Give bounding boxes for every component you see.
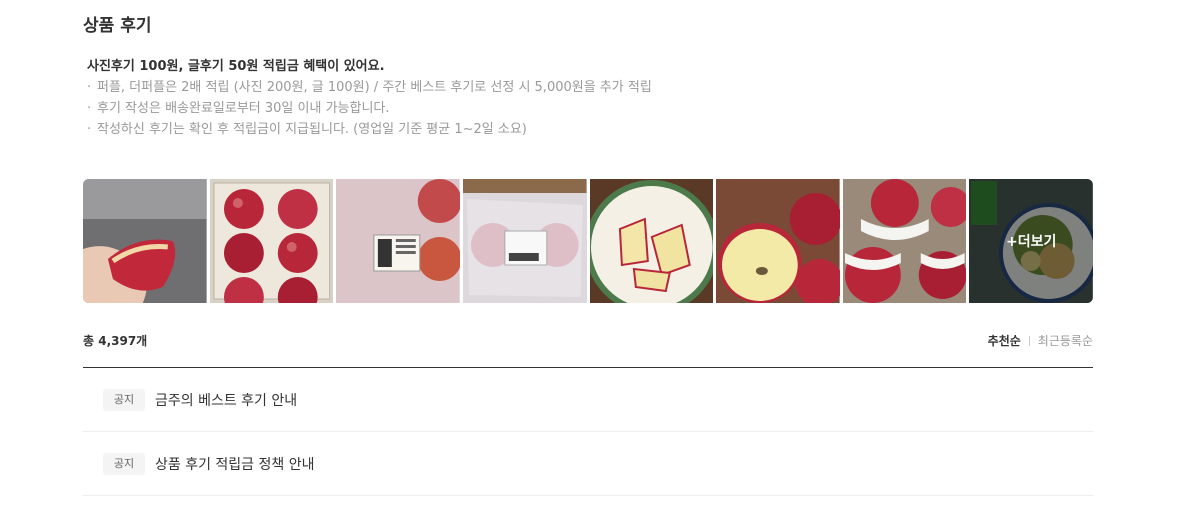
reward-details: 퍼플, 더퍼플은 2배 적립 (사진 200원, 글 100원) / 주간 베스…: [87, 77, 652, 140]
reward-detail-item: 작성하신 후기는 확인 후 적립금이 지급됩니다. (영업일 기준 평균 1~2…: [87, 119, 652, 140]
review-toolbar: 총 4,397개 추천순 최근등록순: [83, 330, 1093, 352]
review-photo-thumb[interactable]: [209, 179, 334, 303]
notice-badge: 공지: [103, 452, 145, 475]
sort-options: 추천순 최근등록순: [988, 330, 1093, 352]
apples-with-foam-nets-photo: [842, 179, 967, 303]
review-photo-thumb[interactable]: [589, 179, 714, 303]
reward-detail-item: 퍼플, 더퍼플은 2배 적립 (사진 200원, 글 100원) / 주간 베스…: [87, 77, 652, 98]
notice-badge: 공지: [103, 388, 145, 411]
review-total-count: 총 4,397개: [83, 334, 148, 348]
product-reviews-page: 상품 후기 사진후기 100원, 글후기 50원 적립금 혜택이 있어요. 퍼플…: [0, 0, 1200, 509]
section-title: 상품 후기: [83, 16, 152, 36]
reward-headline: 사진후기 100원, 글후기 50원 적립금 혜택이 있어요.: [87, 59, 385, 74]
sort-recent-button[interactable]: 최근등록순: [1038, 330, 1093, 352]
review-photo-more[interactable]: +더보기: [969, 179, 1093, 303]
hand-holding-apple-peel-photo: [83, 179, 207, 303]
reward-info: 사진후기 100원, 글후기 50원 적립금 혜택이 있어요. 퍼플, 더퍼플은…: [87, 56, 652, 140]
notice-title[interactable]: 금주의 베스트 후기 안내: [155, 390, 297, 410]
sliced-apple-plate-photo: [589, 179, 714, 303]
notice-row[interactable]: 공지 상품 후기 적립금 정책 안내: [83, 432, 1093, 496]
reward-detail-item: 후기 작성은 배송완료일로부터 30일 이내 가능합니다.: [87, 98, 652, 119]
review-photo-gallery: +더보기: [83, 179, 1093, 303]
notice-row[interactable]: 공지 금주의 베스트 후기 안내: [83, 368, 1093, 432]
notice-title[interactable]: 상품 후기 적립금 정책 안내: [155, 454, 314, 474]
sort-recommended-button[interactable]: 추천순: [988, 330, 1021, 352]
apples-in-tray-photo: [209, 179, 334, 303]
review-photo-thumb[interactable]: [716, 179, 840, 303]
review-photo-thumb[interactable]: [462, 179, 587, 303]
review-photo-thumb[interactable]: [336, 179, 460, 303]
cut-apple-closeup-photo: [716, 179, 840, 303]
review-photo-thumb[interactable]: [842, 179, 967, 303]
packaged-apples-label-photo: [336, 179, 460, 303]
review-photo-thumb[interactable]: [83, 179, 207, 303]
sort-divider: [1028, 336, 1030, 346]
wrapped-apple-box-photo: [462, 179, 587, 303]
notice-list: 공지 금주의 베스트 후기 안내 공지 상품 후기 적립금 정책 안내: [83, 367, 1093, 496]
more-photos-overlay[interactable]: +더보기: [969, 179, 1093, 303]
